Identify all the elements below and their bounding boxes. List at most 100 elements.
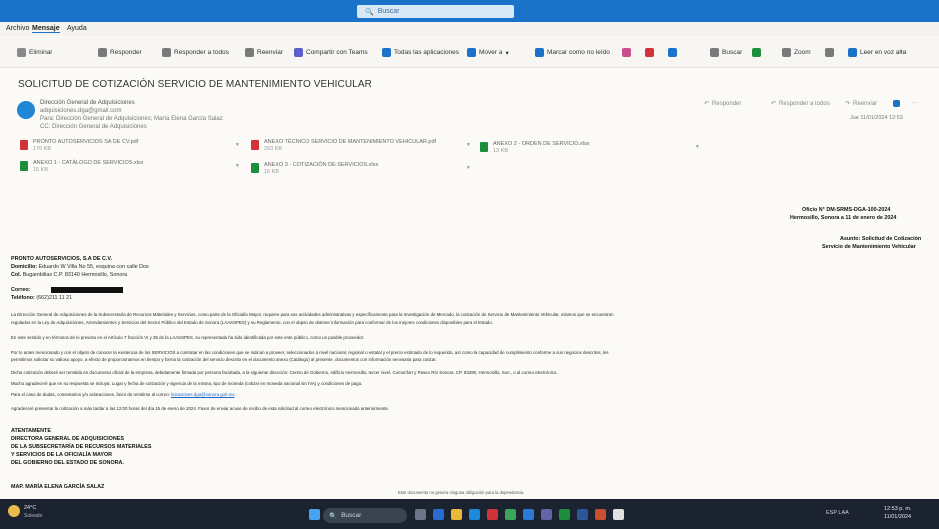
- app-icon-white[interactable]: [613, 509, 624, 520]
- addin-button[interactable]: [752, 48, 761, 57]
- attachment-item[interactable]: ANEXO TÉCNICO SERVICIO DE MANTENIMIENTO …: [251, 139, 471, 153]
- menu-bar: Archivo Mensaje Ayuda: [0, 22, 939, 36]
- sender-name[interactable]: Dirección General de Adquisiciones: [40, 100, 135, 106]
- zoom-icon: [782, 48, 791, 57]
- widgets-icon[interactable]: [433, 509, 444, 520]
- menu-ayuda[interactable]: Ayuda: [67, 25, 87, 32]
- paragraph-4: Dicha cotización deberá ser remitida en …: [11, 370, 558, 375]
- chevron-down-icon[interactable]: ▾: [467, 142, 470, 148]
- mark-unread-button[interactable]: Marcar como no leído: [535, 48, 610, 57]
- contact-email-link[interactable]: licitaciones.dga@sonora.gob.mx: [171, 392, 235, 397]
- ellipsis-icon: ···: [900, 48, 907, 55]
- recipient-colonia: Col. Bugambilias C.P. 83140 Hermosillo, …: [11, 272, 128, 278]
- signature-closing: ATENTAMENTE: [11, 428, 51, 434]
- envelope-icon: [535, 48, 544, 57]
- start-icon[interactable]: [309, 509, 320, 520]
- attachment-item[interactable]: ANEXO 1 - CATÁLOGO DE SERVICIOS.xlsx 15 …: [20, 160, 240, 174]
- paragraph-6: Para el caso de dudas, comentarios y/o a…: [11, 392, 235, 397]
- move-to-button[interactable]: Mover a ▾: [467, 48, 509, 57]
- signature-title-2: DE LA SUBSECRETARÍA DE RECURSOS MATERIAL…: [11, 444, 152, 450]
- menu-archivo[interactable]: Archivo: [6, 25, 29, 32]
- clock-time[interactable]: 12:53 p. m.: [884, 506, 912, 512]
- paragraph-7: Agradeceré presentar la cotización a más…: [11, 406, 390, 411]
- search-icon: 🔍: [365, 8, 374, 16]
- pdf-icon: [251, 140, 259, 150]
- taskbar-search[interactable]: 🔍 Buscar: [323, 508, 407, 523]
- recipient-company: PRONTO AUTOSERVICIOS, S.A DE C.V.: [11, 256, 112, 262]
- weather-desc: Soleado: [24, 513, 43, 519]
- header-more-button[interactable]: ···: [912, 100, 918, 106]
- excel-icon: [480, 142, 488, 152]
- letter-footer-note: Este documento no genera ninguna obligac…: [398, 490, 524, 495]
- forward-button[interactable]: Reenviar: [245, 48, 283, 57]
- file-explorer-icon[interactable]: [451, 509, 462, 520]
- search-placeholder: Buscar: [377, 8, 400, 15]
- search-box[interactable]: 🔍 Buscar: [357, 5, 514, 18]
- word-icon[interactable]: [577, 509, 588, 520]
- powerpoint-icon[interactable]: [595, 509, 606, 520]
- chevron-down-icon[interactable]: ▾: [236, 163, 239, 169]
- weather-icon[interactable]: [8, 505, 20, 517]
- attachment-item[interactable]: ANEXO 2 - ORDEN DE SERVICIO.xlsx 13 KB ▾: [480, 141, 700, 155]
- menu-mensaje[interactable]: Mensaje: [32, 25, 60, 33]
- zoom-button[interactable]: Zoom: [782, 48, 811, 57]
- language-indicator[interactable]: ESP LAA: [826, 510, 849, 516]
- task-view-icon[interactable]: [415, 509, 426, 520]
- delete-button[interactable]: Eliminar: [17, 48, 52, 57]
- header-teams-button[interactable]: [893, 100, 900, 107]
- read-aloud-button[interactable]: Leer en voz alta: [848, 48, 906, 57]
- reply-icon: ↶: [704, 101, 710, 107]
- oficio-number: Oficio N° DM-SRMS-DGA-100-2024: [802, 207, 891, 213]
- recipient-address: Domicilio: Eduardo W Villa No 55, esquin…: [11, 264, 149, 270]
- header-reply-all-button[interactable]: ↶ Responder a todos: [771, 100, 830, 108]
- attachment-item[interactable]: ANEXO 3 - COTIZACIÓN DE SERVICIOS.xlsx 1…: [251, 162, 471, 176]
- letter-subject-1: Asunto: Solicitud de Cotización: [840, 236, 922, 242]
- signature-name: MAP. MARÍA ELENA GARCÍA SALAZ: [11, 484, 105, 490]
- speaker-icon: [848, 48, 857, 57]
- reply-all-button[interactable]: Responder a todos: [162, 48, 229, 57]
- attachment-item[interactable]: PRONTO AUTOSERVICIOS SA DE CV.pdf 170 KB…: [20, 139, 240, 153]
- recipient-email-label: Correo:: [11, 287, 31, 293]
- chevron-down-icon[interactable]: ▾: [236, 142, 239, 148]
- search-icon: 🔍: [329, 512, 338, 520]
- find-button[interactable]: Buscar: [710, 48, 742, 57]
- forward-icon: [245, 48, 254, 57]
- reply-button[interactable]: Responder: [98, 48, 142, 57]
- teams-icon: [893, 100, 900, 107]
- ellipsis-icon: ···: [912, 100, 918, 106]
- outlook-icon[interactable]: [523, 509, 534, 520]
- clock-date[interactable]: 11/01/2024: [884, 514, 911, 520]
- header-forward-button[interactable]: ↷ Reenviar: [845, 100, 877, 108]
- paragraph-3b: permitimos solicitar su valioso apoyo, a…: [11, 357, 437, 362]
- magnifier-icon: [710, 48, 719, 57]
- excel-icon: [20, 161, 28, 171]
- app-icon-red[interactable]: [487, 509, 498, 520]
- immersive-reader-button[interactable]: [825, 48, 834, 57]
- paragraph-2: En este sentido y en términos de lo prev…: [11, 335, 365, 340]
- apps-icon: [382, 48, 391, 57]
- more-options-button[interactable]: ···: [900, 48, 907, 55]
- chevron-down-icon[interactable]: ▾: [467, 165, 470, 171]
- redacted-block: [51, 287, 123, 293]
- letter-subject-2: Servicio de Mantenimiento Vehicular: [822, 244, 916, 250]
- signature-title-3: Y SERVICIOS DE LA OFICIALÍA MAYOR: [11, 452, 113, 458]
- excel-icon[interactable]: [559, 509, 570, 520]
- flag-button[interactable]: [645, 48, 654, 57]
- chrome-icon[interactable]: [505, 509, 516, 520]
- reply-all-icon: ↶: [771, 101, 777, 107]
- sender-avatar: [17, 101, 35, 119]
- edge-icon[interactable]: [469, 509, 480, 520]
- reply-all-icon: [162, 48, 171, 57]
- rules-button[interactable]: [668, 48, 677, 57]
- chevron-down-icon[interactable]: ▾: [696, 144, 699, 150]
- trash-icon: [17, 48, 26, 57]
- header-reply-button[interactable]: ↶ Responder: [704, 100, 741, 108]
- paragraph-1b: regulados en la Ley de Adquisiciones, Ar…: [11, 320, 494, 325]
- all-apps-button[interactable]: Todas las aplicaciones: [382, 48, 459, 57]
- share-teams-button[interactable]: Compartir con Teams: [294, 48, 368, 57]
- addin-icon: [752, 48, 761, 57]
- paragraph-1: La Dirección General de Adquisiciones de…: [11, 312, 614, 317]
- teams-icon[interactable]: [541, 509, 552, 520]
- categorize-button[interactable]: [622, 48, 631, 57]
- chevron-down-icon: ▾: [505, 49, 509, 57]
